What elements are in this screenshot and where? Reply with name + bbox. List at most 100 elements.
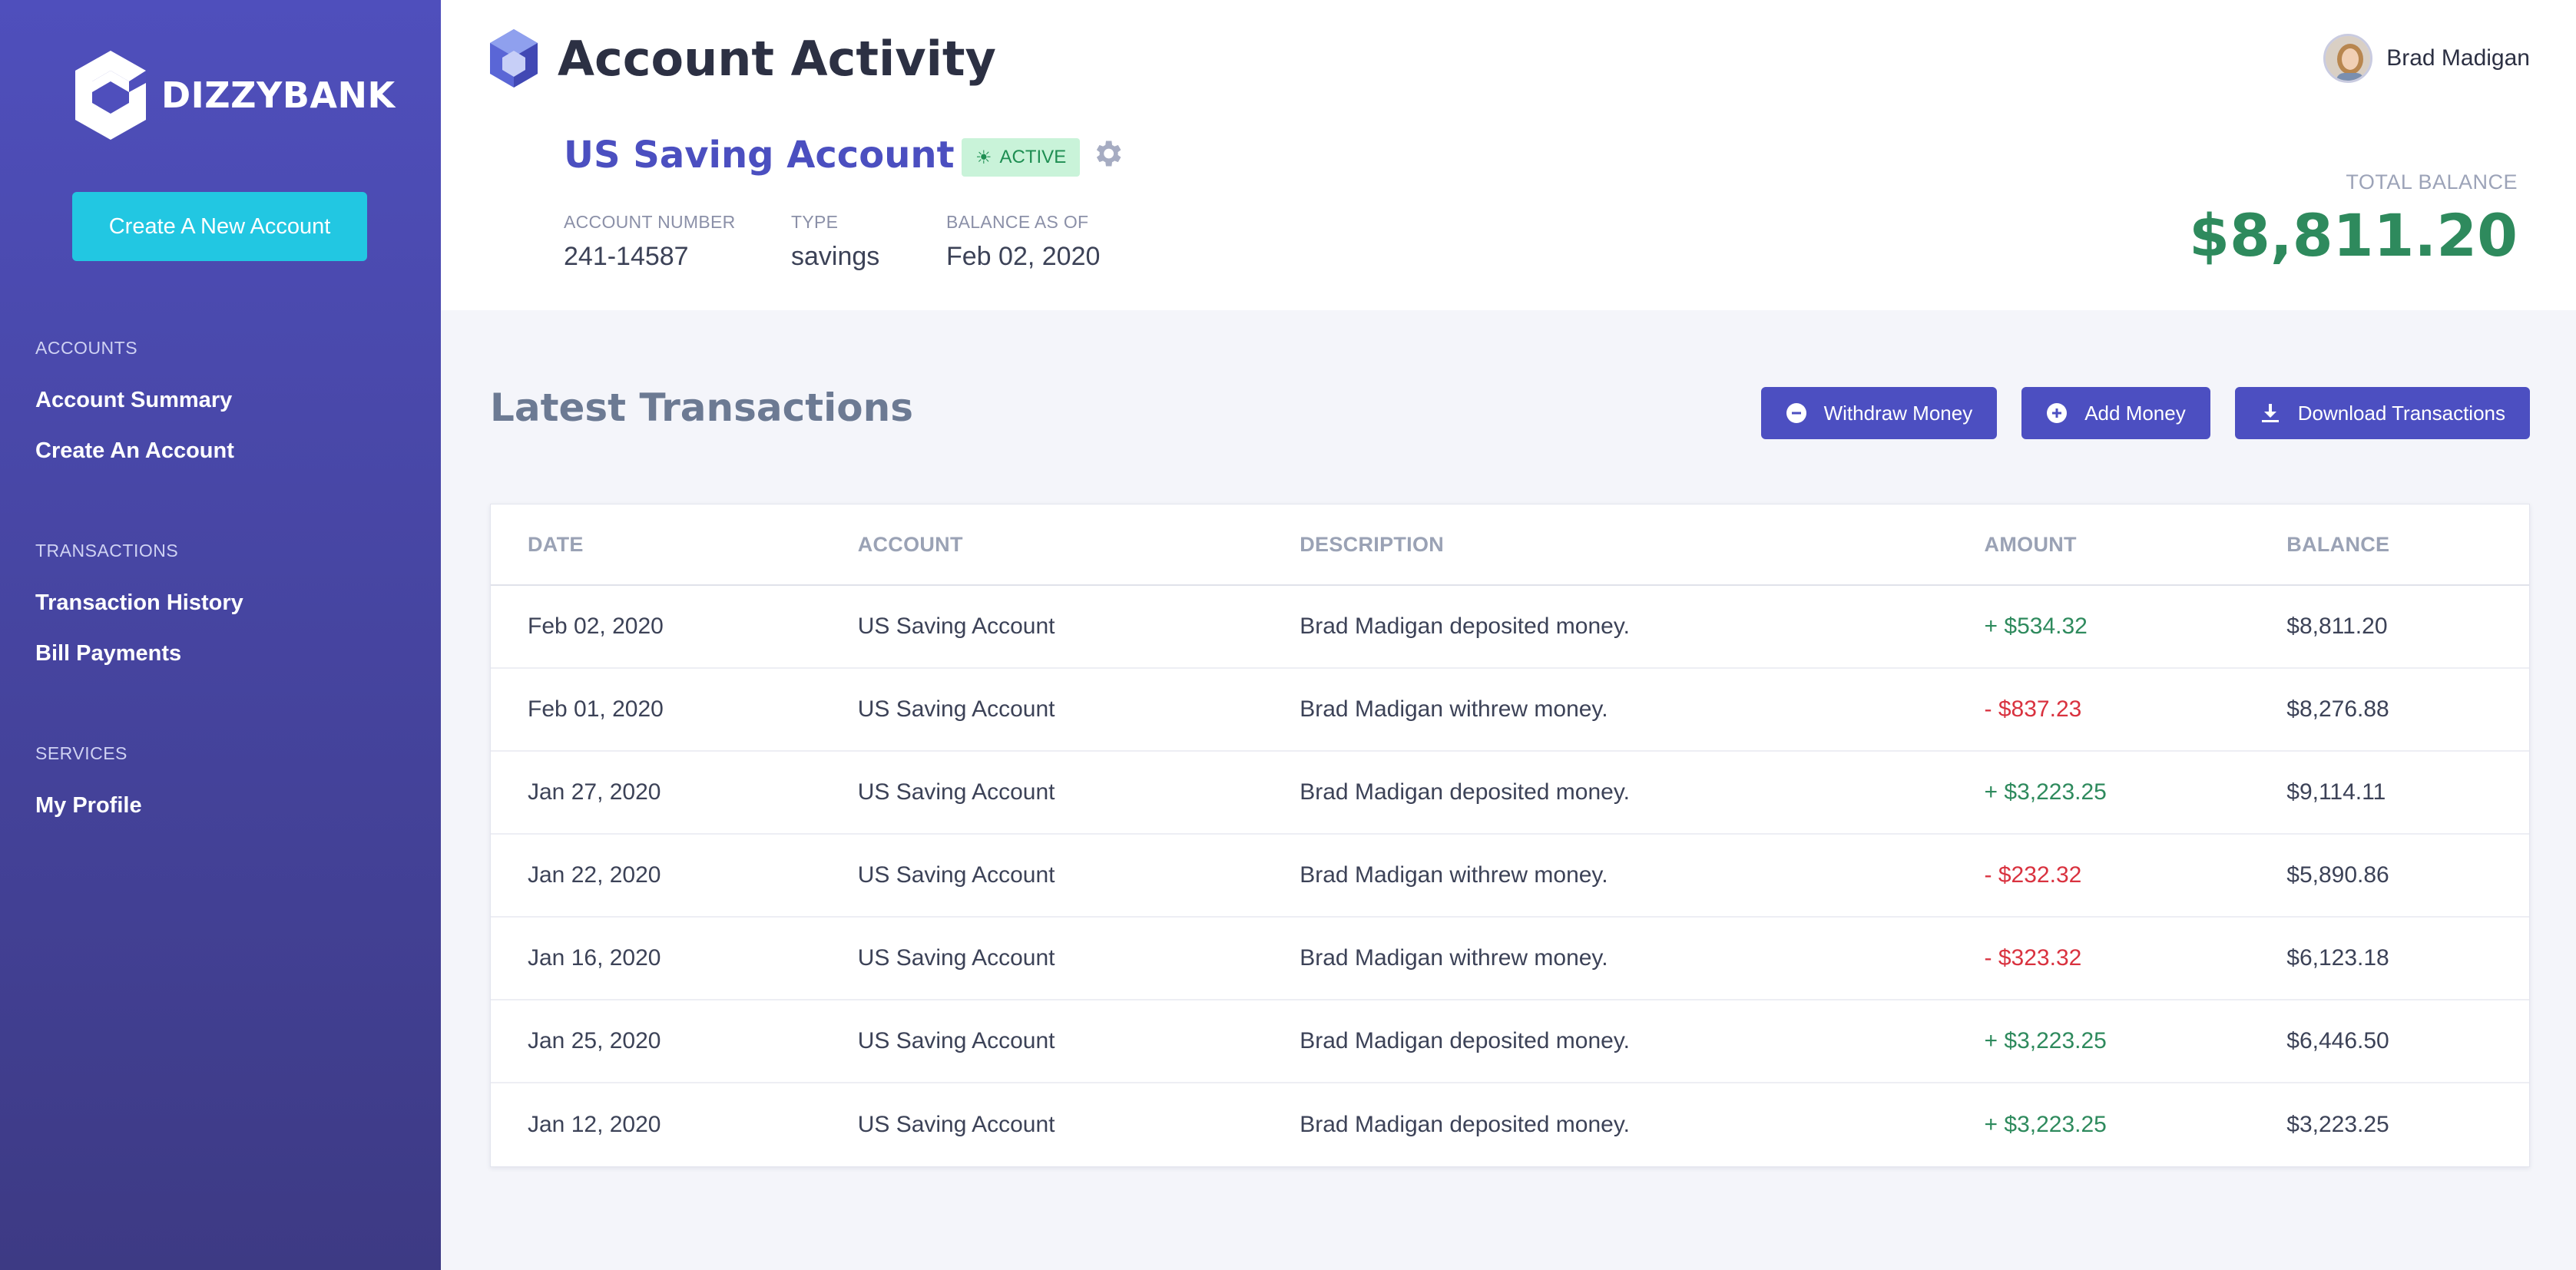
plus-circle-icon xyxy=(2047,403,2068,423)
sidebar-item-bill-payments[interactable]: Bill Payments xyxy=(35,640,243,690)
cell-amount: + $3,223.25 xyxy=(1984,1112,2107,1137)
status-text: ACTIVE xyxy=(999,147,1067,167)
column-header-date[interactable]: DATE xyxy=(491,533,821,557)
brand[interactable]: DIZZYBANK xyxy=(71,48,396,143)
cell-description: Brad Madigan withrew money. xyxy=(1300,696,1608,722)
cell-date: Jan 16, 2020 xyxy=(528,945,661,971)
sidebar-item-transaction-history[interactable]: Transaction History xyxy=(35,589,243,640)
account-number: 241-14587 xyxy=(564,242,689,271)
cell-description: Brad Madigan withrew money. xyxy=(1300,862,1608,888)
cell-balance: $9,114.11 xyxy=(2286,779,2386,805)
account-header: Account Activity Brad Madigan US Saving … xyxy=(441,0,2576,310)
cell-date: Jan 27, 2020 xyxy=(528,779,661,805)
cell-account: US Saving Account xyxy=(857,862,1055,888)
table-row[interactable]: Jan 16, 2020 US Saving Account Brad Madi… xyxy=(491,918,2529,1000)
cell-amount: - $837.23 xyxy=(1984,696,2082,722)
cell-amount: + $3,223.25 xyxy=(1984,1028,2107,1053)
sidebar-item-account-summary[interactable]: Account Summary xyxy=(35,386,234,437)
nav-heading-services: SERVICES xyxy=(35,743,127,763)
cell-account: US Saving Account xyxy=(857,1028,1055,1053)
cell-account: US Saving Account xyxy=(857,779,1055,805)
nav-section-services: SERVICES My Profile xyxy=(35,743,142,842)
table-header-row: DATE ACCOUNT DESCRIPTION AMOUNT BALANCE xyxy=(491,504,2529,586)
download-icon xyxy=(2261,404,2279,422)
download-transactions-label: Download Transactions xyxy=(2297,401,2505,425)
cube-logo-icon xyxy=(75,51,146,140)
nav-section-accounts: ACCOUNTS Account Summary Create An Accou… xyxy=(35,338,234,488)
cell-date: Feb 02, 2020 xyxy=(528,614,664,639)
avatar-image xyxy=(2326,36,2371,81)
avatar[interactable] xyxy=(2323,34,2373,83)
column-header-amount[interactable]: AMOUNT xyxy=(1948,533,2250,557)
cell-account: US Saving Account xyxy=(857,614,1055,639)
transaction-actions: Withdraw Money Add Money Download Transa… xyxy=(1760,387,2530,439)
balance-as-of-block: BALANCE AS OF Feb 02, 2020 xyxy=(946,212,1100,272)
balance-as-of: Feb 02, 2020 xyxy=(946,242,1101,271)
table-row[interactable]: Jan 22, 2020 US Saving Account Brad Madi… xyxy=(491,835,2529,918)
latest-transactions-title: Latest Transactions xyxy=(490,385,913,430)
cell-account: US Saving Account xyxy=(857,696,1055,722)
nav-heading-transactions: TRANSACTIONS xyxy=(35,541,179,561)
cell-description: Brad Madigan deposited money. xyxy=(1300,1028,1630,1053)
cell-amount: + $3,223.25 xyxy=(1984,779,2107,805)
cell-account: US Saving Account xyxy=(857,945,1055,971)
cell-date: Jan 25, 2020 xyxy=(528,1028,661,1053)
user-menu[interactable]: Brad Madigan xyxy=(2323,34,2530,83)
cell-balance: $8,276.88 xyxy=(2286,696,2389,722)
minus-circle-icon xyxy=(1786,403,1806,423)
account-number-block: ACCOUNT NUMBER 241-14587 xyxy=(564,212,736,272)
cell-balance: $6,446.50 xyxy=(2286,1028,2389,1053)
nav-section-transactions: TRANSACTIONS Transaction History Bill Pa… xyxy=(35,541,243,690)
cell-balance: $5,890.86 xyxy=(2286,862,2389,888)
cell-amount: - $323.32 xyxy=(1984,945,2082,971)
total-balance: $8,811.20 xyxy=(2189,201,2518,270)
user-name[interactable]: Brad Madigan xyxy=(2386,45,2530,71)
table-row[interactable]: Feb 02, 2020 US Saving Account Brad Madi… xyxy=(491,586,2529,669)
account-type: savings xyxy=(791,242,880,271)
cell-description: Brad Madigan deposited money. xyxy=(1300,779,1630,805)
column-header-description[interactable]: DESCRIPTION xyxy=(1263,533,1947,557)
main-content: Account Activity Brad Madigan US Saving … xyxy=(441,0,2576,1270)
table-row[interactable]: Jan 12, 2020 US Saving Account Brad Madi… xyxy=(491,1083,2529,1166)
column-header-balance[interactable]: BALANCE xyxy=(2250,533,2529,557)
sidebar-item-my-profile[interactable]: My Profile xyxy=(35,792,142,842)
table-row[interactable]: Feb 01, 2020 US Saving Account Brad Madi… xyxy=(491,669,2529,752)
cell-description: Brad Madigan deposited money. xyxy=(1300,614,1630,639)
cell-date: Jan 12, 2020 xyxy=(528,1112,661,1137)
cell-balance: $3,223.25 xyxy=(2286,1112,2389,1137)
status-badge: ☀ ACTIVE xyxy=(962,138,1081,177)
table-row[interactable]: Jan 27, 2020 US Saving Account Brad Madi… xyxy=(491,752,2529,835)
balance-as-of-label: BALANCE AS OF xyxy=(946,212,1089,232)
account-type-block: TYPE savings xyxy=(791,212,879,272)
transactions-table: DATE ACCOUNT DESCRIPTION AMOUNT BALANCE … xyxy=(490,504,2530,1167)
cell-balance: $6,123.18 xyxy=(2286,945,2389,971)
cell-date: Feb 01, 2020 xyxy=(528,696,664,722)
cell-date: Jan 22, 2020 xyxy=(528,862,661,888)
create-account-button[interactable]: Create A New Account xyxy=(72,192,367,261)
account-number-label: ACCOUNT NUMBER xyxy=(564,212,736,232)
cell-description: Brad Madigan withrew money. xyxy=(1300,945,1608,971)
withdraw-money-button[interactable]: Withdraw Money xyxy=(1760,387,1998,439)
page-title-wrap: Account Activity xyxy=(488,28,996,89)
add-money-button[interactable]: Add Money xyxy=(2021,387,2210,439)
withdraw-money-label: Withdraw Money xyxy=(1823,401,1973,425)
add-money-label: Add Money xyxy=(2084,401,2186,425)
column-header-account[interactable]: ACCOUNT xyxy=(821,533,1263,557)
sun-icon: ☀ xyxy=(975,147,992,168)
cell-balance: $8,811.20 xyxy=(2286,614,2388,639)
download-transactions-button[interactable]: Download Transactions xyxy=(2234,387,2530,439)
cell-description: Brad Madigan deposited money. xyxy=(1300,1112,1630,1137)
table-row[interactable]: Jan 25, 2020 US Saving Account Brad Madi… xyxy=(491,1000,2529,1083)
cell-account: US Saving Account xyxy=(857,1112,1055,1137)
cell-amount: - $232.32 xyxy=(1984,862,2082,888)
nav-heading-accounts: ACCOUNTS xyxy=(35,338,138,358)
gear-icon[interactable] xyxy=(1091,137,1124,170)
cube-icon xyxy=(490,29,538,88)
sidebar-item-create-an-account[interactable]: Create An Account xyxy=(35,437,234,488)
brand-name: DIZZYBANK xyxy=(161,74,396,116)
total-balance-label: TOTAL BALANCE xyxy=(2346,170,2518,193)
cell-amount: + $534.32 xyxy=(1984,614,2088,639)
account-type-label: TYPE xyxy=(791,212,839,232)
sidebar: DIZZYBANK Create A New Account ACCOUNTS … xyxy=(0,0,441,1270)
page-title: Account Activity xyxy=(558,30,996,87)
